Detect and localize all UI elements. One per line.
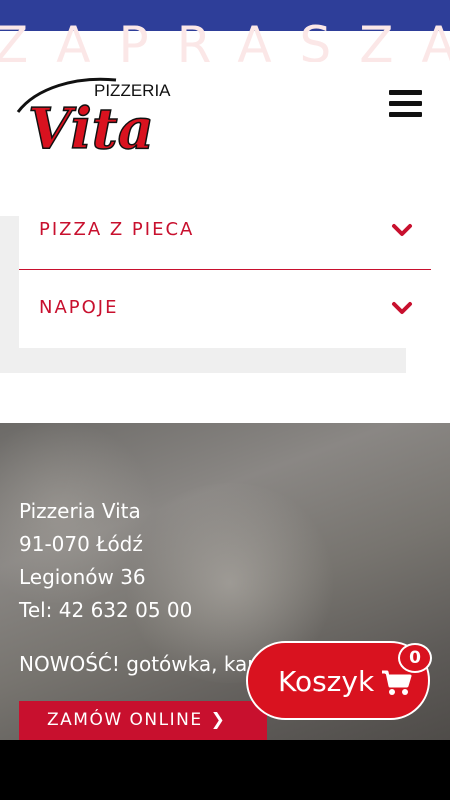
payment-notice: NOWOŚĆ! gotówka, karta [19, 652, 276, 676]
chevron-right-icon: ❯ [210, 710, 227, 730]
menu-item-napoje[interactable]: NAPOJE [19, 270, 431, 348]
menu-item-label: NAPOJE [39, 297, 119, 318]
category-menu: PIZZA Z PIECA NAPOJE [19, 192, 431, 348]
order-online-label: ZAMÓW ONLINE [47, 710, 203, 730]
site-header: PIZZERIA Vita [0, 60, 450, 160]
menu-item-label: PIZZA Z PIECA [39, 219, 195, 240]
watermark-text: ZAPRASZAMY [0, 20, 450, 62]
order-online-button[interactable]: ZAMÓW ONLINE ❯ [19, 701, 267, 740]
hamburger-icon[interactable] [389, 90, 422, 120]
menu-item-pizza[interactable]: PIZZA Z PIECA [19, 192, 431, 270]
logo[interactable]: PIZZERIA Vita [16, 68, 171, 156]
system-nav-bar [0, 740, 450, 800]
cart-icon [382, 670, 412, 695]
logo-big-text: Vita [28, 96, 154, 156]
business-name: Pizzeria Vita [19, 499, 141, 523]
cart-button[interactable]: Koszyk 0 [246, 641, 432, 720]
postal-code: 91-070 Łódź [19, 532, 143, 556]
cart-count-badge: 0 [398, 643, 432, 673]
chevron-down-icon[interactable] [391, 222, 413, 238]
chevron-down-icon[interactable] [391, 300, 413, 316]
cart-label: Koszyk [278, 665, 375, 698]
phone-number[interactable]: Tel: 42 632 05 00 [19, 598, 192, 622]
street-address: Legionów 36 [19, 565, 146, 589]
